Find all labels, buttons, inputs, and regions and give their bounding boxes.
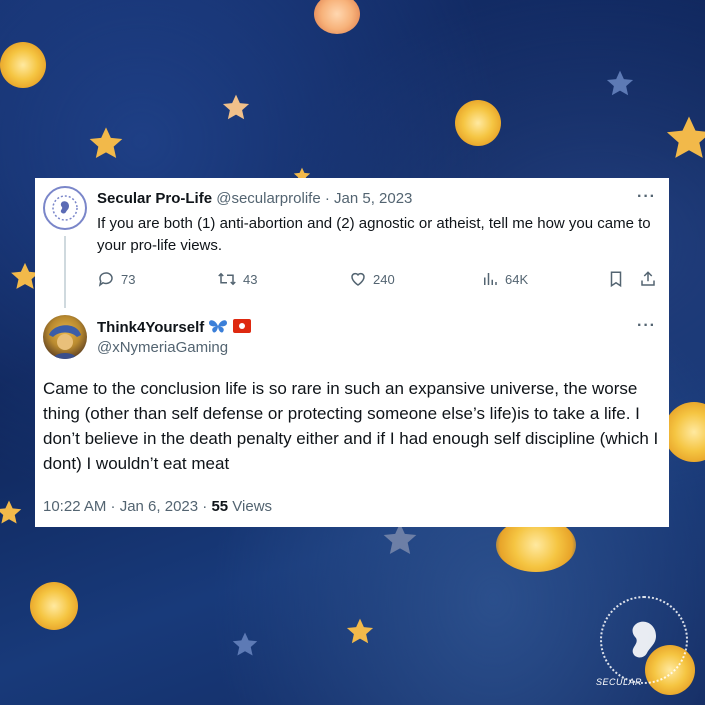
like-button[interactable]: 240 bbox=[349, 270, 395, 288]
hong-kong-flag-icon bbox=[232, 319, 251, 333]
more-options-button[interactable]: ··· bbox=[637, 188, 656, 206]
reply-button[interactable]: 73 bbox=[97, 270, 135, 288]
tweet-card: Secular Pro-Life @secularprolife · Jan 5… bbox=[35, 178, 669, 527]
heart-icon bbox=[351, 272, 365, 286]
tweet-date[interactable]: Jan 5, 2023 bbox=[334, 190, 412, 207]
star-decoration bbox=[89, 127, 123, 158]
reply-more-options-button[interactable]: ··· bbox=[637, 317, 656, 335]
bookmark-button[interactable] bbox=[607, 270, 631, 288]
profile-picture-icon bbox=[49, 325, 81, 359]
secular-pro-life-watermark-logo bbox=[600, 596, 688, 684]
bookmark-icon bbox=[610, 271, 622, 288]
retweet-count: 43 bbox=[243, 271, 258, 287]
glowing-orb-decoration bbox=[314, 0, 360, 34]
reply-timestamp[interactable]: 10:22 AM · Jan 6, 2023 · bbox=[43, 498, 211, 515]
reply-tweet-text: Came to the conclusion life is so rare i… bbox=[43, 379, 659, 473]
view-count: 64K bbox=[505, 271, 529, 287]
separator-dot: · bbox=[320, 190, 334, 207]
thread-connector-line bbox=[64, 236, 66, 308]
star-decoration bbox=[222, 94, 250, 120]
tweet-header: Secular Pro-Life @secularprolife · Jan 5… bbox=[97, 190, 412, 207]
reply-author-name[interactable]: Think4Yourself bbox=[97, 319, 204, 336]
star-decoration bbox=[606, 70, 634, 96]
tweet-text: If you are both (1) anti-abortion and (2… bbox=[97, 215, 651, 254]
watermark-text: SECULAR bbox=[596, 677, 643, 687]
glowing-orb-decoration bbox=[664, 402, 705, 462]
share-icon bbox=[641, 271, 655, 286]
tweet-actions-bar: 73 43 240 64K bbox=[97, 270, 661, 292]
share-button[interactable] bbox=[639, 270, 663, 288]
secular-pro-life-avatar[interactable] bbox=[43, 186, 87, 230]
think4yourself-avatar[interactable] bbox=[43, 315, 87, 359]
glowing-orb-decoration bbox=[455, 100, 501, 146]
retweet-button[interactable]: 43 bbox=[217, 270, 257, 288]
views-chart-icon bbox=[484, 273, 497, 285]
star-decoration bbox=[0, 500, 22, 524]
reply-author-name-row: Think4Yourself bbox=[97, 318, 251, 336]
glowing-orb-decoration bbox=[30, 582, 78, 630]
star-decoration bbox=[346, 618, 374, 644]
reply-count: 73 bbox=[121, 271, 136, 287]
star-decoration bbox=[666, 116, 705, 158]
reply-view-count: 55 bbox=[211, 498, 229, 515]
reply-tweet-meta: 10:22 AM · Jan 6, 2023 · 55 Views bbox=[43, 498, 272, 515]
retweet-icon bbox=[218, 272, 236, 286]
author-name[interactable]: Secular Pro-Life bbox=[97, 190, 212, 207]
star-decoration bbox=[232, 632, 258, 656]
butterfly-icon bbox=[209, 320, 228, 333]
reply-author-handle[interactable]: @xNymeriaGaming bbox=[97, 339, 228, 356]
reply-icon bbox=[98, 272, 113, 287]
fetus-logo-icon bbox=[52, 195, 78, 221]
glowing-orb-decoration bbox=[0, 42, 46, 88]
fetus-watermark-icon bbox=[632, 621, 656, 658]
views-label: Views bbox=[228, 498, 273, 515]
views-button[interactable]: 64K bbox=[481, 270, 528, 288]
author-handle[interactable]: @secularprolife bbox=[216, 190, 320, 207]
like-count: 240 bbox=[373, 271, 395, 287]
